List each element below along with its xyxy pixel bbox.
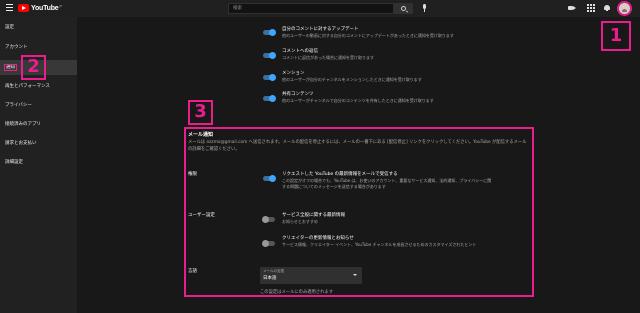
toggle-shared-content[interactable]: [263, 95, 276, 102]
sidebar-item-billing[interactable]: 請求とお支払い: [0, 136, 77, 151]
youtube-play-icon: [18, 4, 29, 12]
toggle-mentions[interactable]: [263, 74, 276, 81]
setting-desc: コメントに返信があった場合に通知を受け取ります: [282, 55, 374, 60]
notifications-bell-icon[interactable]: [603, 4, 611, 12]
sidebar-item-account[interactable]: アカウント: [0, 40, 77, 55]
setting-desc: 他のユーザーがチャンネルで自分のコンテンツを共有したときに通知を受け取ります: [282, 98, 434, 103]
avatar[interactable]: [617, 1, 632, 16]
hamburger-menu-icon[interactable]: [6, 4, 13, 11]
sidebar-heading-settings: 設定: [5, 25, 14, 30]
setting-title: コメントへの返信: [282, 49, 318, 54]
annotation-box-email: [184, 127, 534, 297]
create-video-icon[interactable]: [568, 4, 576, 12]
sidebar-item-label: 通知: [4, 64, 17, 71]
logo-text: YouTube: [31, 4, 59, 12]
toggle-comment-updates[interactable]: [263, 29, 276, 36]
search-box: [228, 3, 394, 14]
youtube-logo[interactable]: YouTube JP: [18, 3, 62, 13]
setting-title: 自分のコメントに対するアップデート: [282, 27, 359, 32]
top-bar: YouTube JP: [0, 0, 640, 17]
search-icon: [401, 6, 406, 11]
sidebar-item-playback[interactable]: 再生とパフォーマンス: [0, 79, 77, 94]
sidebar-item-advanced[interactable]: 詳細設定: [0, 155, 77, 170]
sidebar-item-privacy[interactable]: プライバシー: [0, 98, 77, 113]
voice-search-icon[interactable]: [420, 3, 430, 13]
apps-grid-icon[interactable]: [587, 4, 595, 12]
annotation-number-1: 1: [609, 25, 623, 46]
toggle-comment-replies[interactable]: [263, 52, 276, 59]
setting-desc: 他のユーザーの動画に対する自分のコメントにアップデートがあったときに通知を受け取…: [282, 33, 454, 38]
sidebar-item-connected-apps[interactable]: 接続済みのアプリ: [0, 117, 77, 132]
annotation-number-3: 3: [194, 101, 207, 122]
search-input[interactable]: [229, 4, 393, 13]
logo-country: JP: [59, 4, 63, 8]
search-button[interactable]: [394, 3, 413, 14]
setting-title: 共有コンテンツ: [282, 92, 314, 97]
setting-title: メンション: [282, 71, 305, 76]
setting-desc: 他のユーザーが自分のチャンネルをメンションしたときに通知を受け取ります: [282, 77, 422, 82]
annotation-number-2: 2: [27, 56, 40, 77]
